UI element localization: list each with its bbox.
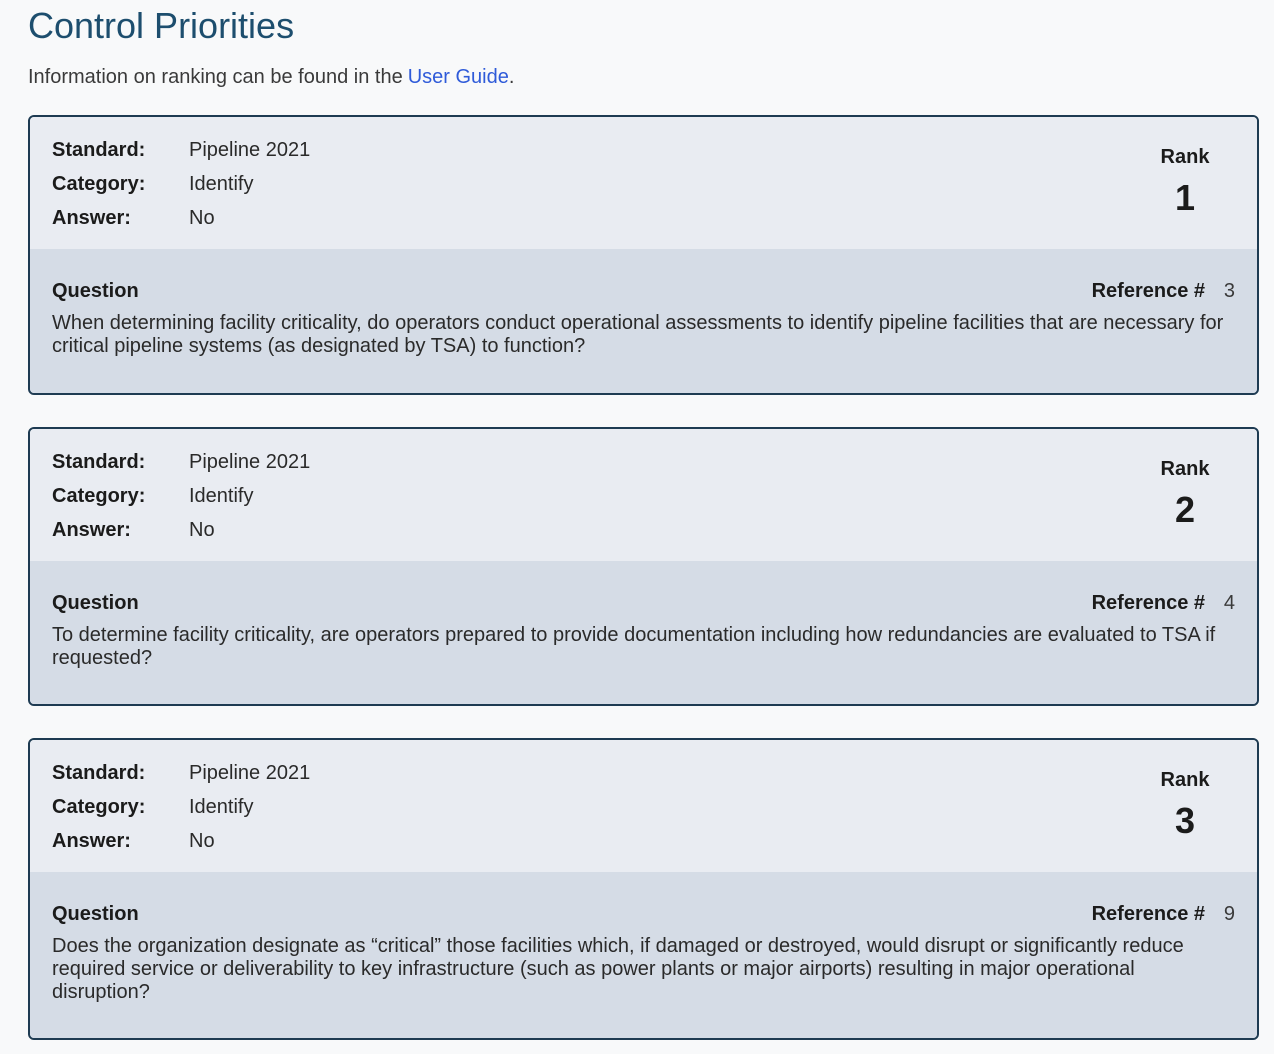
answer-row: Answer: No	[52, 205, 1235, 239]
priority-card: Standard: Pipeline 2021 Category: Identi…	[28, 738, 1259, 1040]
answer-value: No	[189, 830, 215, 852]
reference: Reference # 3	[1092, 279, 1235, 309]
category-label: Category:	[52, 485, 146, 507]
category-row: Category: Identify	[52, 794, 1235, 828]
card-summary: Standard: Pipeline 2021 Category: Identi…	[30, 429, 1257, 561]
question-header: Question Reference # 9	[52, 902, 1235, 932]
rank-value: 2	[1174, 489, 1196, 530]
question-label: Question	[52, 592, 139, 614]
answer-row: Answer: No	[52, 517, 1235, 551]
category-value: Identify	[189, 485, 254, 507]
standard-value: Pipeline 2021	[189, 451, 311, 473]
rank-box: Rank 3	[1155, 768, 1215, 844]
reference-label: Reference #	[1091, 280, 1205, 302]
question-section: Question Reference # 4 To determine faci…	[30, 561, 1257, 704]
standard-label: Standard:	[52, 451, 146, 473]
reference-label: Reference #	[1091, 592, 1205, 614]
question-header: Question Reference # 4	[52, 591, 1235, 621]
rank-value: 3	[1174, 800, 1196, 841]
reference-label: Reference #	[1091, 903, 1205, 925]
standard-value: Pipeline 2021	[189, 762, 311, 784]
answer-label: Answer:	[52, 519, 131, 541]
answer-value: No	[189, 519, 215, 541]
question-text: To determine facility criticality, are o…	[52, 624, 1216, 669]
answer-value: No	[189, 207, 215, 229]
rank-label: Rank	[1160, 146, 1210, 168]
question-label: Question	[52, 280, 139, 302]
card-summary: Standard: Pipeline 2021 Category: Identi…	[30, 740, 1257, 872]
reference-value: 4	[1223, 592, 1235, 614]
priority-card: Standard: Pipeline 2021 Category: Identi…	[28, 427, 1259, 706]
rank-box: Rank 1	[1155, 145, 1215, 221]
priority-card-list: Standard: Pipeline 2021 Category: Identi…	[28, 115, 1259, 1040]
user-guide-link[interactable]: User Guide	[408, 66, 509, 88]
intro-text-label: Information on ranking can be found in t…	[28, 66, 403, 88]
rank-value: 1	[1174, 177, 1196, 218]
rank-label: Rank	[1160, 458, 1210, 480]
category-label: Category:	[52, 173, 146, 195]
category-value: Identify	[189, 796, 254, 818]
category-label: Category:	[52, 796, 146, 818]
standard-row: Standard: Pipeline 2021	[52, 760, 1235, 794]
intro-period: .	[508, 66, 515, 88]
category-row: Category: Identify	[52, 171, 1235, 205]
standard-label: Standard:	[52, 139, 146, 161]
question-section: Question Reference # 3 When determining …	[30, 249, 1257, 393]
question-text: Does the organization designate as “crit…	[52, 935, 1184, 1003]
page-title: Control Priorities	[28, 5, 295, 46]
question-label: Question	[52, 903, 139, 925]
intro-text: Information on ranking can be found in t…	[28, 63, 1259, 91]
priority-card: Standard: Pipeline 2021 Category: Identi…	[28, 115, 1259, 395]
card-summary: Standard: Pipeline 2021 Category: Identi…	[30, 117, 1257, 249]
category-value: Identify	[189, 173, 254, 195]
rank-box: Rank 2	[1155, 457, 1215, 533]
rank-label: Rank	[1160, 769, 1210, 791]
control-priorities-page: Control Priorities Information on rankin…	[0, 0, 1274, 1054]
standard-label: Standard:	[52, 762, 146, 784]
answer-label: Answer:	[52, 207, 131, 229]
standard-row: Standard: Pipeline 2021	[52, 449, 1235, 483]
standard-row: Standard: Pipeline 2021	[52, 137, 1235, 171]
reference: Reference # 9	[1092, 902, 1235, 932]
question-header: Question Reference # 3	[52, 279, 1235, 309]
question-text: When determining facility criticality, d…	[52, 312, 1224, 357]
reference-value: 3	[1223, 280, 1235, 302]
answer-row: Answer: No	[52, 828, 1235, 862]
reference: Reference # 4	[1092, 591, 1235, 621]
question-section: Question Reference # 9 Does the organiza…	[30, 872, 1257, 1038]
category-row: Category: Identify	[52, 483, 1235, 517]
answer-label: Answer:	[52, 830, 131, 852]
standard-value: Pipeline 2021	[189, 139, 311, 161]
reference-value: 9	[1223, 903, 1235, 925]
